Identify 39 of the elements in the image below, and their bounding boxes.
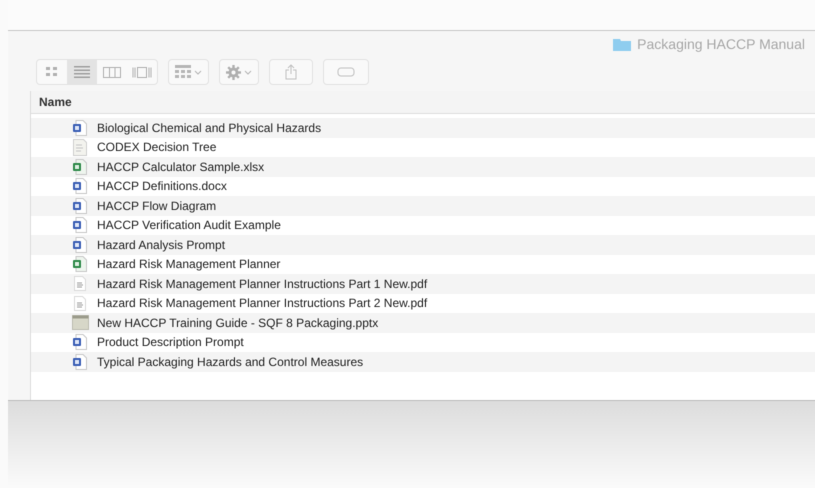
columns-icon bbox=[103, 66, 121, 78]
icon-view-icon bbox=[46, 67, 58, 77]
action-button[interactable] bbox=[219, 59, 259, 85]
file-row[interactable]: HACCP Calculator Sample.xlsx bbox=[31, 157, 815, 176]
file-row[interactable]: HACCP Flow Diagram bbox=[31, 196, 815, 216]
document-icon bbox=[73, 217, 87, 234]
gallery-icon bbox=[132, 66, 152, 78]
file-row[interactable]: Biological Chemical and Physical Hazards bbox=[31, 118, 815, 138]
chevron-down-icon bbox=[194, 70, 202, 74]
presentation-icon bbox=[72, 315, 88, 330]
spreadsheet-icon bbox=[73, 256, 87, 272]
group-button[interactable] bbox=[168, 59, 209, 85]
share-icon bbox=[285, 64, 297, 80]
document-icon bbox=[73, 354, 87, 370]
document-icon bbox=[73, 138, 87, 156]
document-icon bbox=[73, 236, 87, 253]
settings-icon bbox=[226, 64, 241, 80]
view-button[interactable] bbox=[67, 60, 97, 84]
tag-icon bbox=[337, 67, 355, 77]
folder-icon bbox=[613, 38, 632, 51]
chevron-down-icon bbox=[244, 70, 252, 74]
document-icon bbox=[74, 276, 86, 292]
grid-icon bbox=[175, 65, 191, 79]
window-title: Packaging HACCP Manual bbox=[613, 36, 805, 53]
document-icon bbox=[73, 198, 87, 214]
spreadsheet-icon bbox=[73, 158, 87, 175]
file-row[interactable]: Hazard Risk Management Planner Instructions Part 2 New.pdf bbox=[31, 294, 815, 313]
list-icon bbox=[74, 66, 90, 78]
file-row[interactable]: Hazard Risk Management Planner Instructions Part 1 New.pdf bbox=[31, 274, 815, 294]
file-row[interactable]: New HACCP Training Guide - SQF 8 Packaging.pptx bbox=[31, 313, 815, 332]
document-icon bbox=[74, 296, 86, 311]
file-row[interactable]: Hazard Analysis Prompt bbox=[31, 235, 815, 254]
column-header[interactable]: Name bbox=[39, 93, 72, 111]
file-row[interactable]: Typical Packaging Hazards and Control Measures bbox=[31, 352, 815, 372]
document-icon bbox=[73, 334, 87, 350]
share-button[interactable] bbox=[269, 59, 313, 85]
tag-button[interactable] bbox=[323, 59, 369, 85]
document-icon bbox=[73, 120, 87, 136]
document-icon bbox=[73, 178, 87, 194]
